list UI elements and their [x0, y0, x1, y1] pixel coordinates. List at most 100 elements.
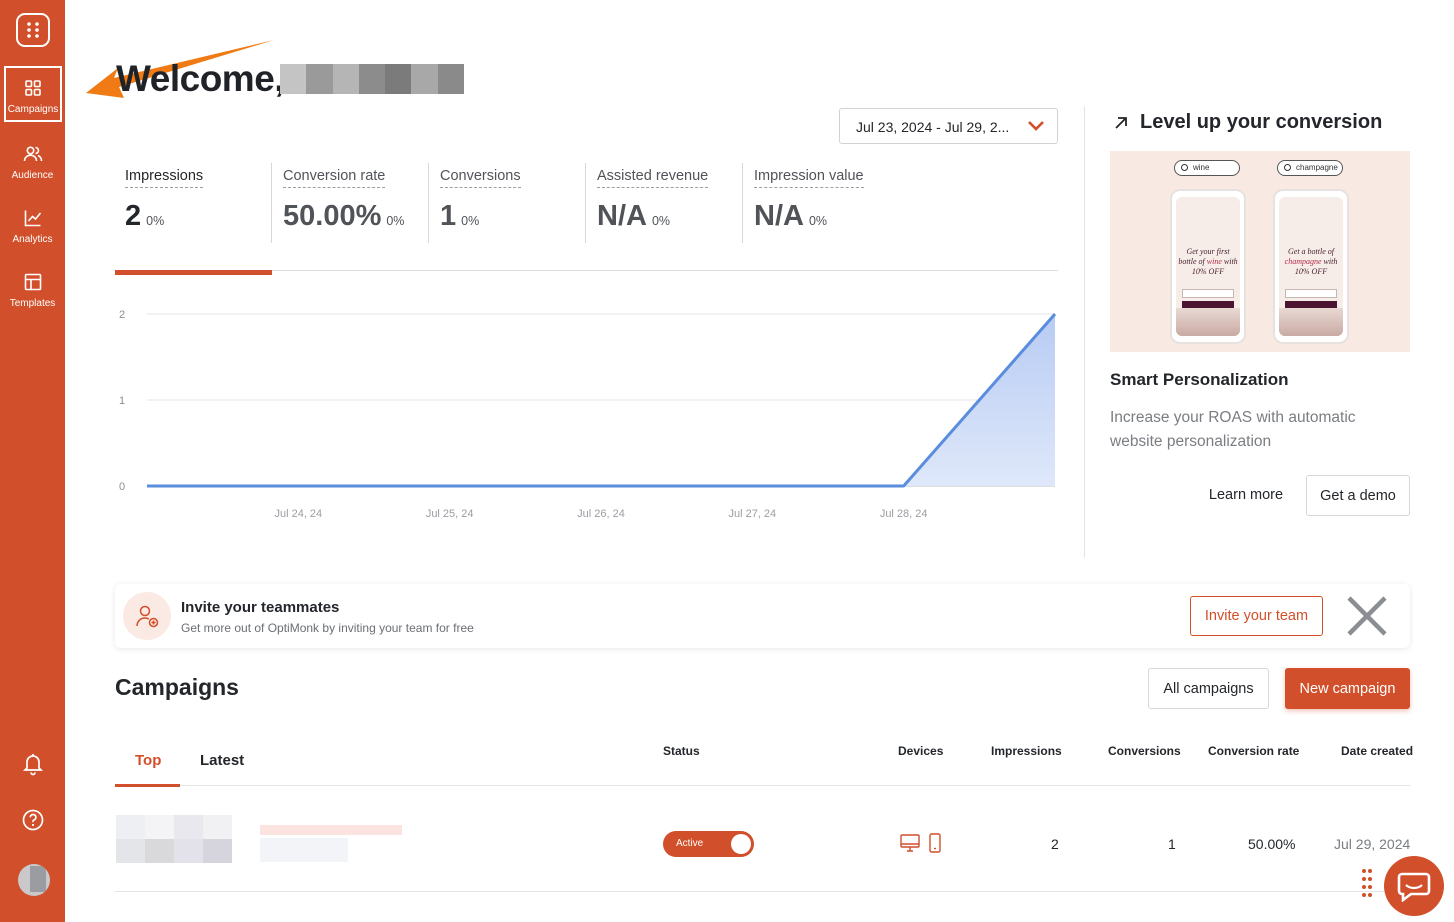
metric-tab-active-indicator — [115, 270, 272, 275]
invite-title: Invite your teammates — [181, 599, 340, 616]
users-icon — [23, 146, 42, 162]
column-header-conversions[interactable]: Conversions — [1108, 744, 1181, 758]
row-conversions: 1 — [1168, 836, 1176, 852]
campaign-meta-redacted — [260, 838, 348, 862]
metric-change: 0% — [386, 214, 405, 228]
logo-dots-icon — [27, 22, 39, 38]
get-demo-button[interactable]: Get a demo — [1306, 475, 1410, 516]
x-tick-label: Jul 25, 24 — [426, 508, 474, 520]
user-name-redacted — [280, 64, 464, 94]
metric-impression-value[interactable]: Impression value N/A 0% — [754, 163, 864, 245]
close-icon[interactable] — [1347, 596, 1387, 636]
metric-change: 0% — [651, 214, 671, 228]
metric-change: 0% — [461, 214, 480, 228]
device-icons — [899, 832, 942, 854]
sidebar-item-label: Campaigns — [7, 104, 59, 115]
drag-handle-icon[interactable] — [1361, 868, 1373, 900]
metric-value: N/A — [754, 200, 804, 232]
date-range-value: Jul 23, 2024 - Jul 29, 2... — [856, 119, 1010, 135]
sidebar: Campaigns Audience Analytics Templates — [0, 0, 65, 922]
arrow-up-right-icon — [1115, 116, 1127, 129]
status-toggle[interactable]: Active — [663, 831, 754, 857]
metric-value: 2 — [125, 200, 142, 232]
phone-mockup: Get a bottle of champagne with 10% OFF — [1273, 189, 1349, 344]
column-header-impressions[interactable]: Impressions — [991, 744, 1062, 758]
invite-description: Get more out of OptiMonk by inviting you… — [181, 621, 474, 635]
x-tick-label: Jul 27, 24 — [728, 508, 776, 520]
row-impressions: 2 — [1051, 836, 1059, 852]
chart-icon — [24, 210, 41, 227]
metric-label: Conversions — [440, 168, 521, 188]
phone-search-pill: wine — [1174, 160, 1240, 176]
help-icon[interactable] — [20, 807, 46, 833]
chat-bubble-icon — [1397, 872, 1431, 902]
row-conversion-rate: 50.00% — [1248, 836, 1296, 852]
tab-active-indicator — [115, 784, 180, 787]
chat-button[interactable] — [1384, 856, 1444, 916]
welcome-heading: Welcome, — [116, 58, 285, 99]
column-header-conversion-rate[interactable]: Conversion rate — [1208, 744, 1299, 758]
y-tick-label: 1 — [119, 395, 125, 407]
x-tick-label: Jul 26, 24 — [577, 508, 625, 520]
tab-top[interactable]: Top — [135, 752, 161, 769]
promo-description: Increase your ROAS with automatic websit… — [1110, 409, 1356, 450]
sidebar-item-campaigns[interactable]: Campaigns — [4, 66, 62, 122]
sidebar-item-label: Templates — [9, 298, 56, 309]
column-divider — [1084, 106, 1085, 558]
metric-impressions[interactable]: Impressions 2 0% — [125, 163, 204, 245]
y-tick-label: 0 — [119, 481, 125, 493]
column-header-date-created[interactable]: Date created — [1341, 744, 1413, 758]
learn-more-button[interactable]: Learn more — [1196, 475, 1296, 515]
status-label: Active — [676, 838, 704, 849]
campaigns-heading: Campaigns — [115, 674, 239, 700]
new-campaign-button[interactable]: New campaign — [1285, 668, 1410, 709]
promo-title: Level up your conversion — [1112, 111, 1382, 134]
metric-change: 0% — [808, 214, 828, 228]
mobile-icon — [929, 833, 941, 853]
metric-label: Impressions — [125, 168, 204, 188]
metric-conversions[interactable]: Conversions 1 0% — [440, 163, 521, 245]
sidebar-item-audience[interactable]: Audience — [0, 134, 65, 190]
tab-latest[interactable]: Latest — [200, 752, 244, 769]
sidebar-item-label: Audience — [11, 170, 54, 181]
desktop-icon — [900, 834, 920, 852]
column-header-status: Status — [663, 744, 700, 758]
column-header-devices: Devices — [898, 744, 944, 758]
impressions-chart: 2 1 0 Jul 24, 24 Jul 25, 24 Jul 26, 24 Jul 27,… — [119, 309, 1057, 520]
promo-image: wine Get your first bottle of wine with … — [1110, 151, 1410, 352]
metric-value: 1 — [440, 200, 457, 232]
campaign-name-redacted[interactable] — [260, 825, 402, 835]
campaign-thumbnail[interactable] — [116, 815, 232, 863]
metric-assisted-revenue[interactable]: Assisted revenue N/A 0% — [597, 163, 709, 245]
promo-title-text: Level up your conversion — [1140, 111, 1383, 133]
phone-search-pill: champagne — [1277, 160, 1343, 176]
promo-subtitle: Smart Personalization — [1110, 370, 1289, 389]
metric-value: N/A — [597, 200, 647, 232]
table-header-divider — [115, 785, 1410, 786]
table-row-divider — [115, 891, 1410, 892]
bell-icon[interactable] — [20, 751, 46, 777]
date-range-select[interactable]: Jul 23, 2024 - Jul 29, 2... — [839, 108, 1058, 144]
template-icon — [24, 273, 41, 291]
y-tick-label: 2 — [119, 309, 125, 321]
all-campaigns-button[interactable]: All campaigns — [1148, 668, 1269, 709]
add-user-icon — [123, 592, 171, 640]
metric-conversion-rate[interactable]: Conversion rate 50.00% 0% — [283, 163, 404, 245]
metric-label: Conversion rate — [283, 168, 386, 188]
optimonk-logo[interactable] — [16, 13, 50, 47]
metric-label: Impression value — [754, 168, 864, 188]
metric-change: 0% — [146, 214, 165, 228]
avatar[interactable] — [18, 864, 50, 896]
invite-teammates-card: Invite your teammates Get more out of Op… — [115, 584, 1410, 648]
chevron-down-icon — [1028, 121, 1044, 131]
grid-icon — [25, 80, 41, 96]
sidebar-item-templates[interactable]: Templates — [0, 262, 65, 318]
row-date-created: Jul 29, 2024 — [1334, 836, 1411, 852]
metric-value: 50.00% — [283, 200, 382, 232]
phone-mockup: Get your first bottle of wine with 10% O… — [1170, 189, 1246, 344]
metric-label: Assisted revenue — [597, 168, 709, 188]
x-tick-label: Jul 28, 24 — [880, 508, 928, 520]
sidebar-item-analytics[interactable]: Analytics — [0, 198, 65, 254]
x-tick-label: Jul 24, 24 — [274, 508, 322, 520]
invite-team-button[interactable]: Invite your team — [1190, 596, 1323, 636]
